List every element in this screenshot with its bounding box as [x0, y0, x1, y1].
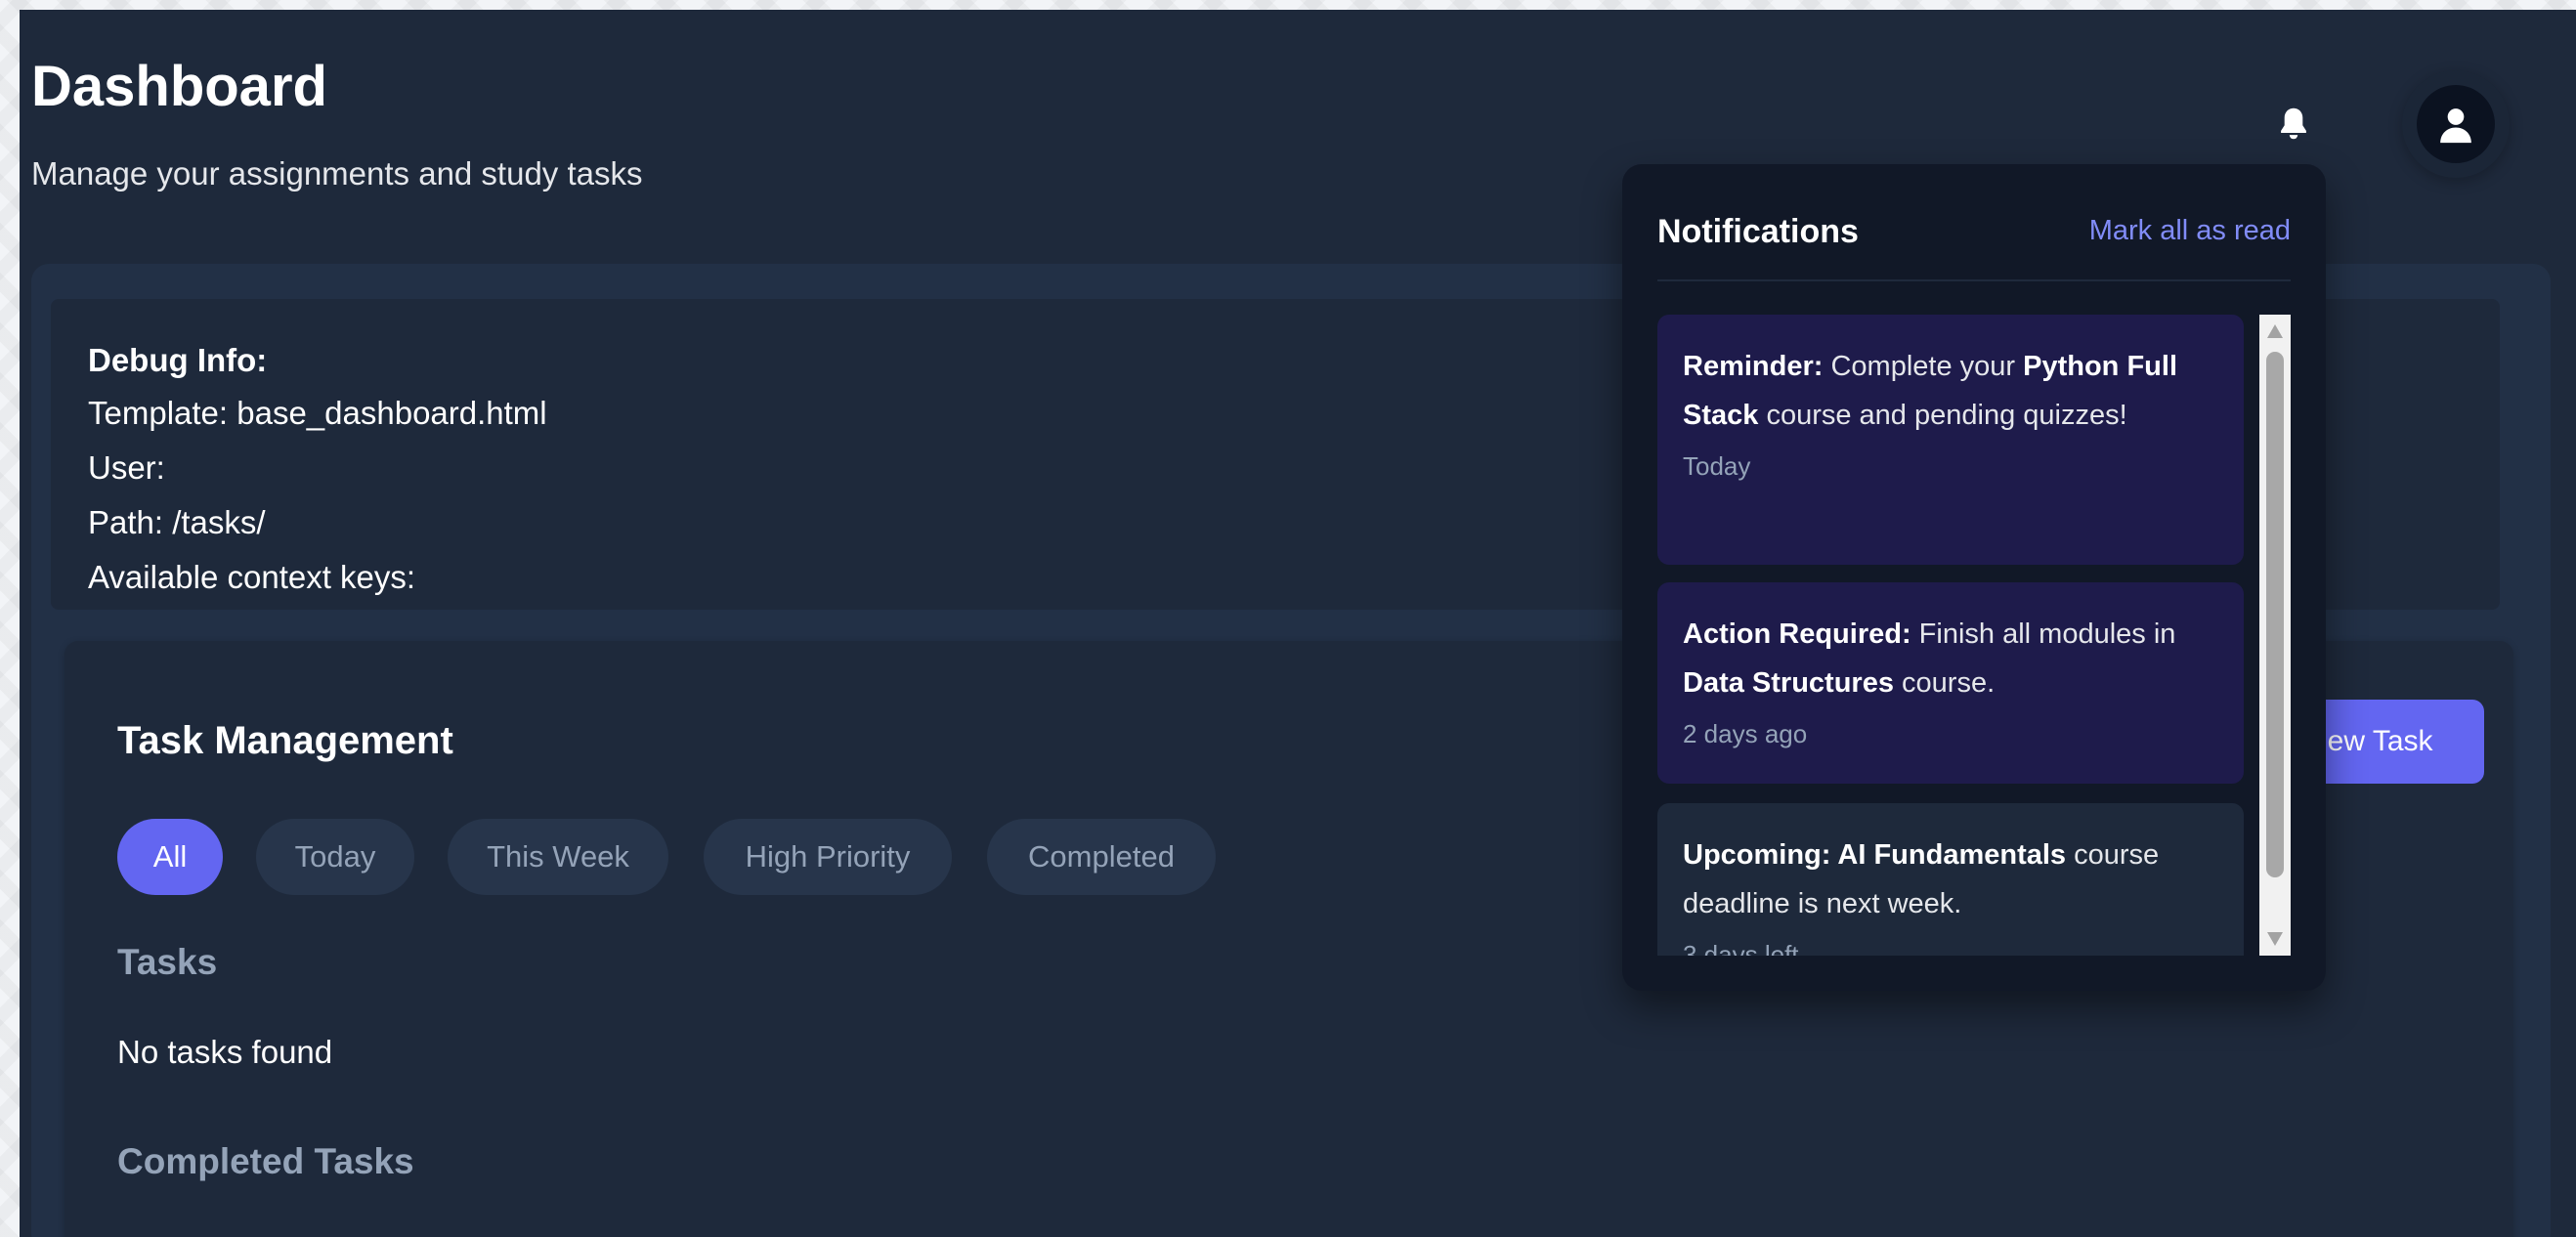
scrollbar-thumb[interactable]: [2266, 352, 2284, 877]
avatar[interactable]: [2417, 85, 2495, 163]
notification-time: 3 days left: [1683, 940, 1799, 956]
notification-message: Reminder: Complete your Python Full Stac…: [1683, 342, 2218, 440]
notification-message: Action Required: Finish all modules in D…: [1683, 610, 2218, 707]
notifications-title: Notifications: [1657, 213, 1859, 250]
dashboard-app: Dashboard Manage your assignments and st…: [20, 10, 2576, 1237]
notification-time: Today: [1683, 451, 1751, 481]
notifications-list[interactable]: Reminder: Complete your Python Full Stac…: [1657, 315, 2244, 956]
notification-text: course.: [1893, 667, 1996, 699]
filter-all[interactable]: All: [117, 819, 223, 895]
notification-item[interactable]: Upcoming: AI Fundamentals course deadlin…: [1657, 803, 2244, 956]
debug-path: Path: /tasks/: [88, 504, 266, 540]
bell-icon: [2281, 107, 2306, 140]
notifications-button[interactable]: [2267, 98, 2320, 150]
task-management-title: Task Management: [117, 719, 453, 762]
debug-heading: Debug Info:: [88, 342, 268, 378]
debug-user: User:: [88, 449, 165, 486]
notification-message: Upcoming: AI Fundamentals course deadlin…: [1683, 831, 2218, 928]
filter-completed[interactable]: Completed: [987, 819, 1216, 895]
notifications-scrollbar[interactable]: [2259, 315, 2291, 956]
filter-this-week[interactable]: This Week: [448, 819, 668, 895]
notification-text: course and pending quizzes!: [1758, 400, 2127, 431]
user-icon: [2440, 108, 2471, 144]
notification-item[interactable]: Reminder: Complete your Python Full Stac…: [1657, 315, 2244, 565]
scroll-up-icon[interactable]: [2267, 324, 2283, 338]
filter-today[interactable]: Today: [256, 819, 414, 895]
avatar-container: [2402, 70, 2510, 178]
notification-text: Finish all modules in: [1911, 618, 2176, 650]
notifications-dropdown: Notifications Mark all as read Reminder:…: [1622, 164, 2326, 991]
tasks-heading: Tasks: [117, 942, 218, 982]
completed-tasks-heading: Completed Tasks: [117, 1141, 414, 1181]
debug-context-keys: Available context keys:: [88, 559, 416, 595]
notification-item[interactable]: Action Required: Finish all modules in D…: [1657, 582, 2244, 784]
empty-tasks-message: No tasks found: [117, 1034, 333, 1070]
filter-high-priority[interactable]: High Priority: [704, 819, 952, 895]
debug-template: Template: base_dashboard.html: [88, 395, 547, 431]
page-title: Dashboard: [31, 55, 327, 118]
notifications-divider: [1657, 279, 2291, 281]
notification-label: Action Required:: [1683, 618, 1911, 650]
notification-label: Upcoming: AI Fundamentals: [1683, 839, 2067, 871]
mark-all-read-link[interactable]: Mark all as read: [2089, 217, 2291, 245]
notification-time: 2 days ago: [1683, 719, 1808, 748]
notification-text: Complete your: [1823, 351, 2024, 382]
page-subtitle: Manage your assignments and study tasks: [31, 155, 643, 192]
scroll-down-icon[interactable]: [2267, 932, 2283, 946]
notification-label: Reminder:: [1683, 351, 1824, 382]
notification-emphasis: Data Structures: [1683, 667, 1894, 699]
